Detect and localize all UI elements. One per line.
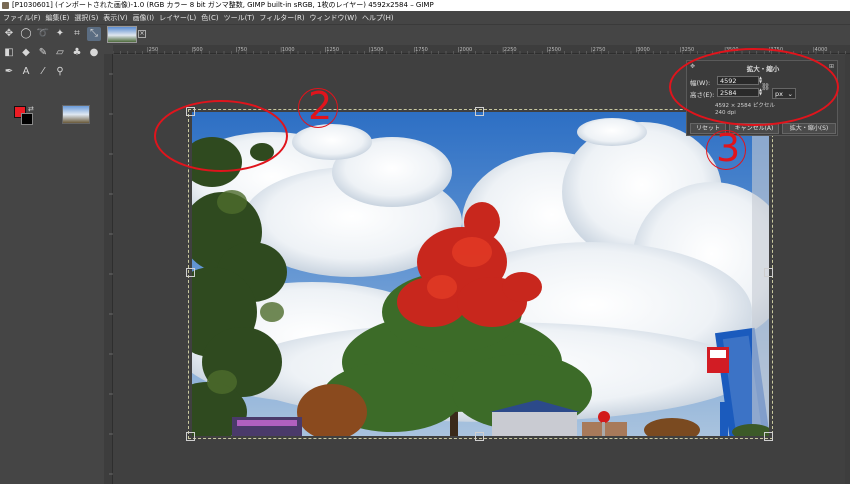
vertical-ruler[interactable] [104,54,113,484]
background-color-swatch[interactable] [21,113,33,125]
zoom-icon[interactable]: ⚲ [53,65,67,79]
menu-edit[interactable]: 編集(E) [43,11,72,25]
color-picker-icon[interactable]: ⁄ [36,65,50,79]
eraser-icon[interactable]: ▱ [53,46,67,60]
ruler-label: |2000 [458,47,472,53]
menu-select[interactable]: 選択(S) [71,11,100,25]
bucket-fill-icon[interactable]: ◆ [19,46,33,60]
annotation-number-3: 3 [706,126,752,176]
gimp-app-icon [2,2,9,9]
image-thumbnail[interactable] [62,105,90,124]
ellipse-select-icon[interactable]: ◯ [19,27,33,41]
toolbox-panel: ✥ ◯ ➰ ✦ ⌗ ⤡ ◧ ◆ ✎ ▱ ♣ ● ✒ A ⁄ ⚲ ⇄ [0,25,112,484]
ruler-label: |1000 [280,47,294,53]
clone-icon[interactable]: ♣ [70,46,84,60]
ruler-label: |4000 [813,47,827,53]
layer-boundary [188,109,773,439]
path-icon[interactable]: ✒ [2,65,16,79]
annotation-label-2: 2 [308,84,333,128]
lasso-icon[interactable]: ➰ [36,27,50,41]
fuzzy-select-icon[interactable]: ✦ [53,27,67,41]
transform-handle-bottom-left[interactable] [186,432,195,441]
transform-handle-bottom-right[interactable] [764,432,773,441]
ruler-label: |2250 [502,47,516,53]
annotation-ellipse-2 [154,100,288,172]
menu-tools[interactable]: ツール(T) [221,11,257,25]
window-title-bar: [P1030601] (インポートされた画像)-1.0 (RGB カラー 8 b… [0,0,850,11]
menu-bar: ファイル(F) 編集(E) 選択(S) 表示(V) 画像(I) レイヤー(L) 色(C) ツー… [0,11,850,25]
window-title: [P1030601] (インポートされた画像)-1.0 (RGB カラー 8 b… [12,1,434,9]
annotation-number-2: 2 [298,84,344,134]
paintbrush-icon[interactable]: ✎ [36,46,50,60]
menu-image[interactable]: 画像(I) [130,11,157,25]
crop-icon[interactable]: ⌗ [70,27,84,41]
ruler-label: |500 [191,47,202,53]
image-tab-thumbnail[interactable] [107,26,137,43]
move-icon[interactable]: ✥ [2,27,16,41]
ruler-label: |1750 [413,47,427,53]
menu-filters[interactable]: フィルター(R) [256,11,306,25]
text-icon[interactable]: A [19,65,33,79]
menu-layer[interactable]: レイヤー(L) [156,11,198,25]
ruler-label: |3250 [680,47,694,53]
ruler-label: |3000 [635,47,649,53]
scale-button[interactable]: 拡大・縮小(S) [782,123,836,134]
smudge-icon[interactable]: ● [87,46,101,60]
menu-color[interactable]: 色(C) [198,11,220,25]
annotation-label-3: 3 [716,126,741,170]
transform-handle-top[interactable] [475,107,484,116]
warp-icon[interactable]: ◧ [2,46,16,60]
transform-handle-bottom[interactable] [475,432,484,441]
ruler-label: |1500 [369,47,383,53]
annotation-ellipse-3 [669,48,839,126]
scale-icon[interactable]: ⤡ [87,27,101,41]
close-tab-icon[interactable]: × [138,30,146,38]
menu-view[interactable]: 表示(V) [100,11,129,25]
swap-colors-icon[interactable]: ⇄ [28,105,34,113]
transform-handle-left[interactable] [186,268,195,277]
ruler-label: |2500 [547,47,561,53]
ruler-label: |1250 [325,47,339,53]
ruler-label: |750 [236,47,247,53]
image-tab-bar: × [105,26,146,45]
ruler-label: |250 [147,47,158,53]
menu-help[interactable]: ヘルプ(H) [359,11,396,25]
transform-handle-right[interactable] [764,268,773,277]
menu-windows[interactable]: ウィンドウ(W) [307,11,359,25]
vertical-scrollbar[interactable] [845,54,850,484]
ruler-label: |2750 [591,47,605,53]
menu-file[interactable]: ファイル(F) [0,11,43,25]
